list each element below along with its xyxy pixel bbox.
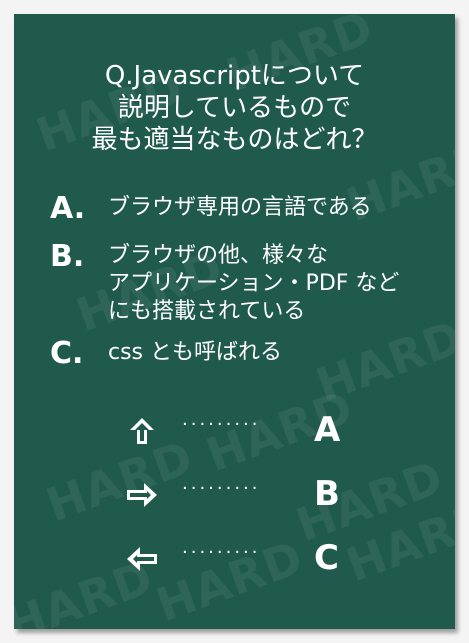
dotted-leader: ········· — [182, 414, 261, 435]
option-letter: C. — [50, 336, 84, 371]
answer-b-link[interactable]: ········· B — [124, 474, 374, 514]
option-letter: A. — [50, 191, 86, 226]
question-line: Q.Javascriptについて — [104, 61, 365, 91]
answer-letter: A — [314, 410, 341, 450]
arrow-up-icon — [130, 418, 154, 444]
question-line: 最も適当なものはどれ？ — [91, 125, 378, 155]
answer-letter: C — [314, 538, 339, 578]
option-line: ブラウザの他、様々な — [108, 243, 329, 268]
option-text: ブラウザ専用の言語である — [108, 194, 372, 222]
question-text: Q.Javascriptについて 説明しているもので 最も適当なものはどれ？ — [14, 60, 455, 156]
option-line: ブラウザ専用の言語である — [108, 195, 372, 220]
option-line: にも搭載されている — [108, 299, 306, 324]
answer-a-link[interactable]: ········· A — [124, 410, 374, 450]
option-line: css とも呼ばれる — [108, 340, 283, 365]
quiz-card: HARD HARD HARD HARD HARD HARD HARD HARD … — [14, 14, 455, 629]
option-text: css とも呼ばれる — [108, 339, 282, 367]
arrow-left-icon — [127, 547, 157, 571]
answer-letter: B — [314, 474, 340, 514]
dotted-leader: ········· — [182, 542, 261, 563]
dotted-leader: ········· — [182, 478, 261, 499]
option-letter: B. — [50, 239, 85, 274]
option-line: アプリケーション・PDF など — [108, 271, 400, 296]
arrow-right-icon — [127, 483, 157, 507]
answer-c-link[interactable]: ········· C — [124, 538, 374, 578]
question-line: 説明しているもので — [117, 93, 352, 123]
option-text: ブラウザの他、様々な アプリケーション・PDF など にも搭載されている — [108, 242, 399, 326]
